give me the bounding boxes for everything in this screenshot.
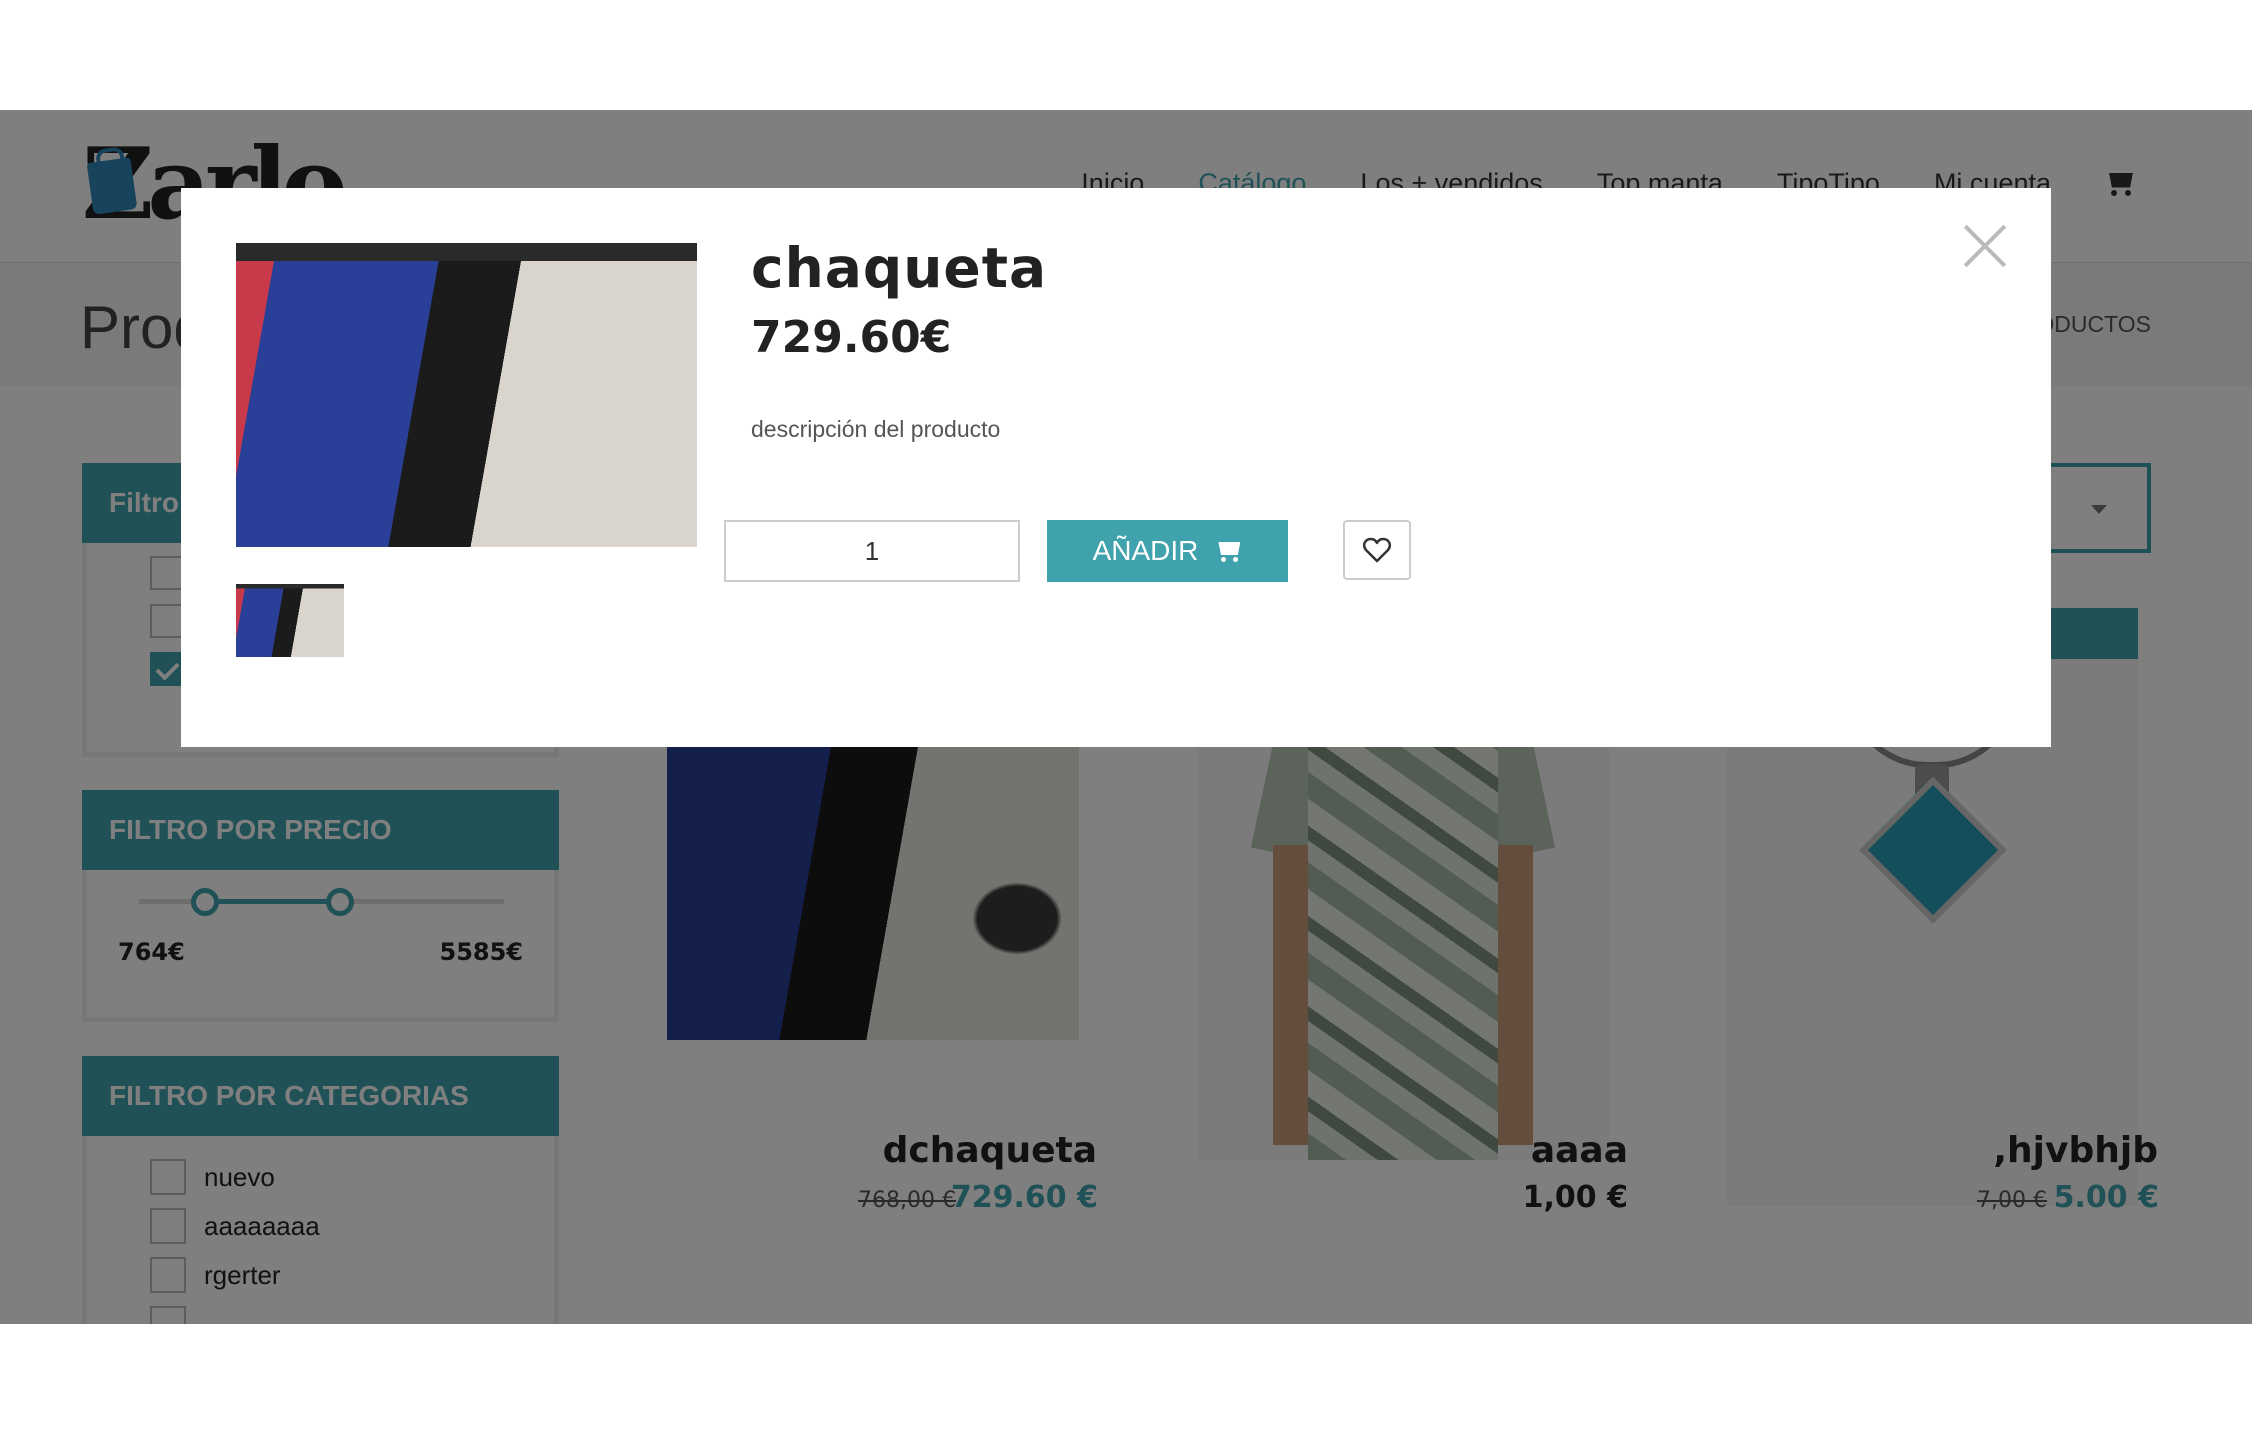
modal-product-price: 729.60€ <box>751 312 952 363</box>
quick-view-modal: chaqueta 729.60€ descripción del product… <box>181 188 2051 747</box>
add-to-cart-label: AÑADIR <box>1092 535 1199 566</box>
add-to-cart-button[interactable]: AÑADIR <box>1047 520 1288 582</box>
close-icon[interactable] <box>1961 218 2009 266</box>
heart-icon <box>1363 537 1391 563</box>
modal-product-thumbnail[interactable] <box>236 584 344 657</box>
modal-product-title: chaqueta <box>751 236 1048 300</box>
modal-product-description: descripción del producto <box>751 416 1001 442</box>
browser-viewport: Zarlo Inicio Catálogo Los + vendidos Top… <box>0 110 2252 1324</box>
modal-product-image <box>236 243 697 547</box>
quantity-input[interactable] <box>724 520 1020 582</box>
cart-icon <box>1216 540 1242 562</box>
wishlist-button[interactable] <box>1343 520 1411 580</box>
